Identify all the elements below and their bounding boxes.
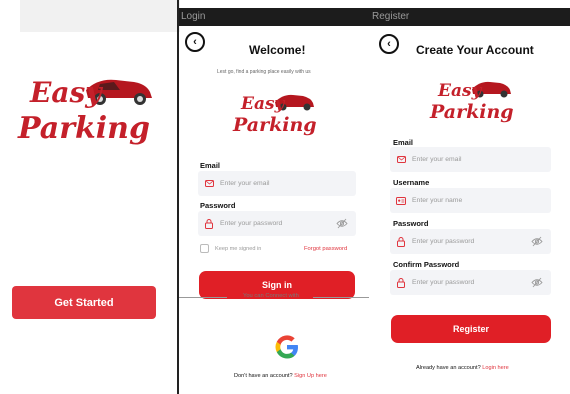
- splash-top-bar: [20, 0, 180, 32]
- confirm-password-field[interactable]: Enter your password: [390, 270, 551, 295]
- eye-off-icon[interactable]: [531, 236, 543, 247]
- sign-up-link[interactable]: Sign Up here: [294, 373, 327, 379]
- register-heading: Create Your Account: [416, 43, 534, 57]
- email-field[interactable]: Enter your email: [390, 147, 551, 172]
- email-label: Email: [393, 138, 414, 147]
- connect-divider-right: [313, 297, 369, 298]
- mail-icon: [204, 179, 214, 189]
- forgot-password-link[interactable]: Forgot password: [304, 246, 347, 252]
- logo-word-easy: Easy: [29, 76, 103, 109]
- easy-parking-logo: Easy Parking: [429, 81, 514, 123]
- login-heading: Welcome!: [249, 43, 306, 57]
- eye-off-icon[interactable]: [531, 277, 543, 288]
- logo-word-easy: Easy: [240, 94, 286, 114]
- google-icon[interactable]: [273, 333, 301, 361]
- logo-word-parking: Parking: [429, 101, 514, 123]
- id-card-icon: [396, 196, 406, 206]
- logo-word-easy: Easy: [437, 81, 483, 101]
- login-here-link[interactable]: Login here: [482, 365, 508, 371]
- logo-word-parking: Parking: [232, 114, 317, 136]
- lock-icon: [204, 218, 214, 229]
- lock-icon: [396, 236, 406, 247]
- username-placeholder: Enter your name: [412, 197, 463, 204]
- keep-signed-in-label: Keep me signed in: [215, 246, 262, 252]
- back-button[interactable]: ‹: [185, 32, 205, 52]
- eye-off-icon[interactable]: [336, 218, 348, 229]
- connect-with-text: You can Connect with: [243, 293, 299, 299]
- username-field[interactable]: Enter your name: [390, 188, 551, 213]
- keep-signed-in-checkbox[interactable]: [200, 244, 209, 253]
- easy-parking-logo: Easy Parking: [232, 94, 317, 136]
- logo-word-parking: Parking: [17, 111, 150, 146]
- register-screen: ‹ Create Your Account Easy Parking Email…: [376, 26, 570, 394]
- password-placeholder: Enter your password: [220, 220, 283, 227]
- email-placeholder: Enter your email: [412, 156, 462, 163]
- lock-icon: [396, 277, 406, 288]
- password-field[interactable]: Enter your password: [390, 229, 551, 254]
- login-prompt-text: Already have an account?: [416, 365, 481, 371]
- mail-icon: [396, 155, 406, 165]
- confirm-password-placeholder: Enter your password: [412, 279, 475, 286]
- username-label: Username: [393, 178, 430, 187]
- signup-prompt: Don't have an account? Sign Up here: [234, 373, 327, 379]
- register-button[interactable]: Register: [391, 315, 551, 343]
- password-label: Password: [393, 219, 429, 228]
- password-placeholder: Enter your password: [412, 238, 475, 245]
- password-label: Password: [200, 201, 236, 210]
- back-arrow-icon: ‹: [193, 36, 197, 48]
- email-label: Email: [200, 161, 221, 170]
- register-window-title: Register: [369, 8, 570, 26]
- confirm-password-label: Confirm Password: [393, 260, 460, 269]
- email-field[interactable]: Enter your email: [198, 171, 356, 196]
- back-button[interactable]: ‹: [379, 34, 399, 54]
- password-field[interactable]: Enter your password: [198, 211, 356, 236]
- back-arrow-icon: ‹: [387, 38, 391, 50]
- email-placeholder: Enter your email: [220, 180, 270, 187]
- login-window-title: Login: [179, 8, 369, 26]
- connect-divider-left: [179, 297, 227, 298]
- get-started-button[interactable]: Get Started: [12, 286, 156, 319]
- login-subtitle: Lest go, find a parking place easily wit…: [217, 69, 311, 75]
- easy-parking-logo: Easy Parking: [17, 76, 152, 146]
- signup-prompt-text: Don't have an account?: [234, 373, 293, 379]
- login-prompt: Already have an account? Login here: [416, 365, 509, 371]
